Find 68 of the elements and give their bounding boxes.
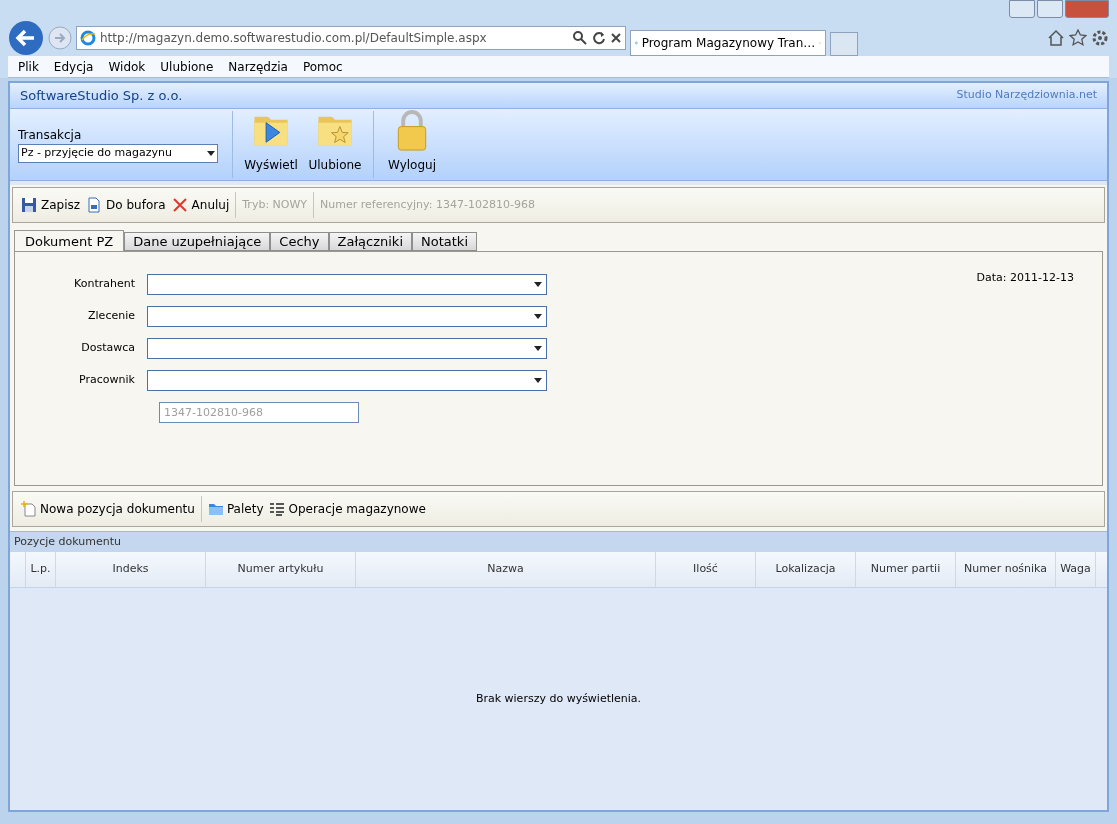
star-icon: [1069, 29, 1087, 47]
save-button[interactable]: Zapisz: [21, 196, 81, 214]
show-button[interactable]: Wyświetl: [239, 109, 303, 180]
new-document-icon: [21, 501, 37, 517]
mode-text: Tryb: NOWY: [242, 196, 308, 213]
document-icon: [86, 197, 103, 213]
search-icon: [572, 30, 588, 46]
favorites-button[interactable]: Ulubione: [303, 109, 367, 180]
forward-icon: [48, 26, 72, 50]
refresh-icon: [592, 31, 606, 45]
buffer-button[interactable]: Do bufora: [86, 196, 166, 214]
combo-field[interactable]: [147, 273, 547, 295]
column-header[interactable]: Ilość: [656, 552, 756, 587]
tab-title: Program Magazynowy Tran…: [641, 35, 816, 52]
maximize-button[interactable]: [1037, 0, 1063, 18]
field-label: Kontrahent: [73, 275, 136, 292]
caret-icon: [534, 313, 542, 319]
browser-tab[interactable]: Program Magazynowy Tran…: [630, 30, 826, 56]
column-header[interactable]: Lokalizacja: [756, 552, 856, 587]
cancel-button[interactable]: Anuluj: [171, 196, 230, 214]
field-label: Pracownik: [78, 371, 136, 388]
pallets-button[interactable]: Palety: [207, 500, 264, 518]
address-bar[interactable]: http://magazyn.demo.softwarestudio.com.pl/DefaultSimple.aspx: [76, 26, 626, 50]
menu-item[interactable]: Plik: [18, 57, 39, 76]
form-tab[interactable]: Dokument PZ: [14, 230, 125, 252]
column-header[interactable]: Waga: [1056, 552, 1096, 587]
settings-icon: [1091, 29, 1109, 47]
menu-item[interactable]: Widok: [108, 57, 146, 76]
minimize-button[interactable]: [1009, 0, 1035, 18]
combo-field[interactable]: [147, 305, 547, 327]
caret-icon: [534, 345, 542, 351]
field-label: Transakcja: [18, 127, 83, 144]
empty-message: Brak wierszy do wyświetlenia.: [475, 690, 642, 707]
list-icon: [269, 501, 286, 517]
column-header[interactable]: Nazwa: [356, 552, 656, 587]
column-header[interactable]: Numer nośnika: [956, 552, 1056, 587]
url-text: http://magazyn.demo.softwarestudio.com.pl/DefaultSimple.aspx: [100, 30, 488, 47]
company-name: SoftwareStudio Sp. z o.o.: [20, 86, 183, 105]
logout-button[interactable]: Wyloguj: [380, 109, 444, 180]
grid-title: Pozycje dokumentu: [10, 532, 1107, 552]
new-button[interactable]: Nowa pozycja dokumentu: [21, 500, 195, 518]
menu-item[interactable]: Narzędzia: [228, 57, 288, 76]
caret-icon: [207, 151, 215, 156]
form-tab[interactable]: Załączniki: [328, 232, 412, 251]
reference-field[interactable]: 1347-102810-968: [159, 401, 359, 423]
date-text: Data: 2011-12-13: [976, 270, 1074, 286]
column-header[interactable]: L.p.: [26, 552, 56, 587]
column-header[interactable]: Indeks: [56, 552, 206, 587]
reference-text: Numer referencyjny: 1347-102810-968: [320, 196, 535, 213]
brand-name: Studio Narzędziownia.net: [956, 87, 1097, 104]
operations-button[interactable]: Operacje magazynowe: [269, 500, 426, 518]
form-tab[interactable]: Notatki: [412, 232, 477, 251]
caret-icon: [534, 377, 542, 383]
form-tab[interactable]: Dane uzupełniające: [124, 232, 271, 251]
home-icon: [1047, 29, 1065, 47]
caret-icon: [534, 281, 542, 287]
field-label: Dostawca: [80, 339, 136, 356]
column-header[interactable]: Numer artykułu: [206, 552, 356, 587]
combo-field[interactable]: [147, 369, 547, 391]
combo-field[interactable]: [147, 337, 547, 359]
form-tab[interactable]: Cechy: [270, 232, 329, 251]
menu-item[interactable]: Edycja: [53, 57, 94, 76]
menu-item[interactable]: Pomoc: [302, 57, 343, 76]
field-label: Zlecenie: [87, 307, 136, 324]
folder-icon: [207, 501, 224, 517]
column-header[interactable]: Numer partii: [856, 552, 956, 587]
menu-item[interactable]: Ulubione: [160, 57, 214, 76]
transaction-dropdown[interactable]: Pz - przyjęcie do magazynu: [18, 144, 218, 163]
